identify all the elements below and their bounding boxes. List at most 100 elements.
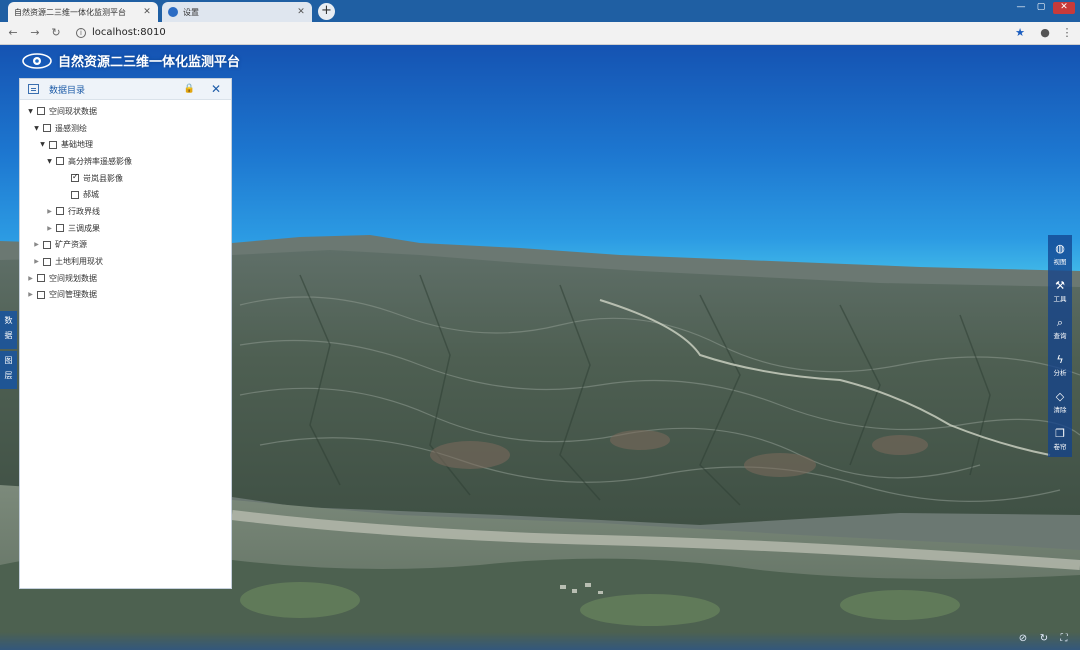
wrench-icon: ⚒ <box>1055 279 1065 292</box>
address-bar: ← → ↻ i localhost:8010 ★ ● ⋮ <box>0 22 1080 45</box>
data-catalog-panel: 数据目录 🔒 ✕ ▼ 空间现状数据 ▼ 遥感测绘 ▼ 基础地理 ▼ 高分辨率遥感… <box>19 78 232 589</box>
tree-node-label: 郝城 <box>83 190 99 200</box>
tool-label: 卷帘 <box>1053 442 1067 451</box>
close-window-button[interactable]: ✕ <box>1053 2 1075 14</box>
tree-node-label: 空间现状数据 <box>49 106 97 116</box>
tree-node[interactable]: ▶ 三调成果 <box>20 220 231 237</box>
checkbox[interactable] <box>43 124 51 133</box>
tool-label: 工具 <box>1053 294 1067 303</box>
side-tab-layers[interactable]: 图层 <box>0 351 17 389</box>
globe-icon: ◍ <box>1055 242 1065 255</box>
tab-title: 设置 <box>183 7 199 17</box>
right-toolbar: ◍ 视图 ⚒ 工具 ⌕ 查询 ϟ 分析 ◇ 清除 ❐ 卷帘 <box>1048 235 1072 457</box>
browser-tab-settings[interactable]: 设置 ✕ <box>162 2 312 22</box>
checkbox-checked[interactable] <box>71 172 79 183</box>
forward-icon[interactable]: → <box>28 26 42 40</box>
tree-node-label: 土地利用现状 <box>55 257 103 267</box>
lock-icon[interactable]: 🔒 <box>184 84 195 94</box>
tool-query-button[interactable]: ⌕ 查询 <box>1048 309 1072 346</box>
checkbox[interactable] <box>43 240 51 249</box>
tool-analysis-button[interactable]: ϟ 分析 <box>1048 346 1072 383</box>
url-field[interactable]: localhost:8010 <box>92 27 166 38</box>
collapsed-caret-icon[interactable]: ▶ <box>45 208 54 215</box>
collapsed-caret-icon[interactable]: ▶ <box>32 258 41 265</box>
tree-node-label: 高分辨率遥感影像 <box>68 156 132 166</box>
rotate-icon[interactable]: ↻ <box>1038 633 1050 645</box>
collapsed-caret-icon[interactable]: ▶ <box>26 275 35 282</box>
checkbox[interactable] <box>71 190 79 199</box>
checkbox[interactable] <box>43 257 51 266</box>
tree-node[interactable]: ▼ 遥感测绘 <box>20 120 231 137</box>
tree-node[interactable]: ▶ 土地利用现状 <box>20 253 231 270</box>
bookmark-star-icon[interactable]: ★ <box>1013 26 1027 40</box>
tool-swipe-button[interactable]: ❐ 卷帘 <box>1048 420 1072 457</box>
layers-icon: ❐ <box>1055 427 1065 440</box>
menu-icon[interactable]: ⋮ <box>1060 26 1074 40</box>
tree-node[interactable]: 郝城 <box>20 186 231 203</box>
tool-label: 清除 <box>1053 405 1067 414</box>
status-bar <box>0 632 1080 650</box>
tree-node[interactable]: ▼ 高分辨率遥感影像 <box>20 153 231 170</box>
tree-node-label: 空间管理数据 <box>49 290 97 300</box>
browser-tab-bar: 自然资源二三维一体化监测平台 ✕ 设置 ✕ + — ▢ ✕ <box>0 0 1080 22</box>
tree-node-label: 基础地理 <box>61 140 93 150</box>
expand-caret-icon[interactable]: ▼ <box>38 141 47 148</box>
tree-node[interactable]: ▶ 行政界线 <box>20 203 231 220</box>
gear-icon <box>168 7 178 17</box>
tree-node-label: 行政界线 <box>68 206 100 216</box>
fullscreen-icon[interactable]: ⛶ <box>1058 633 1070 645</box>
tab-title: 自然资源二三维一体化监测平台 <box>14 7 126 17</box>
search-icon: ⌕ <box>1056 315 1064 329</box>
back-icon[interactable]: ← <box>6 26 20 40</box>
tree-node[interactable]: ▼ 空间现状数据 <box>20 103 231 120</box>
expand-caret-icon[interactable]: ▼ <box>32 125 41 132</box>
tree-node-label: 岢岚县影像 <box>83 173 123 183</box>
logo-eye-icon <box>22 52 52 69</box>
new-tab-button[interactable]: + <box>318 3 335 20</box>
checkbox[interactable] <box>56 157 64 166</box>
tree-node-label: 矿产资源 <box>55 240 87 250</box>
tab-close-icon[interactable]: ✕ <box>296 7 306 17</box>
checkbox[interactable] <box>56 207 64 216</box>
checkbox[interactable] <box>49 140 57 149</box>
collapsed-caret-icon[interactable]: ▶ <box>26 291 35 298</box>
tree-node-label: 空间规划数据 <box>49 273 97 283</box>
tool-label: 查询 <box>1053 331 1067 340</box>
tool-tools-button[interactable]: ⚒ 工具 <box>1048 272 1072 309</box>
expand-caret-icon[interactable]: ▼ <box>45 158 54 165</box>
minimize-button[interactable]: — <box>1012 2 1030 14</box>
close-icon[interactable]: ✕ <box>211 82 221 96</box>
checkbox[interactable] <box>37 290 45 299</box>
expand-caret-icon[interactable]: ▼ <box>26 108 35 115</box>
lightning-icon: ϟ <box>1056 353 1064 366</box>
collapsed-caret-icon[interactable]: ▶ <box>32 241 41 248</box>
app-header: 自然资源二三维一体化监测平台 <box>22 51 240 70</box>
tool-view-button[interactable]: ◍ 视图 <box>1048 235 1072 272</box>
maximize-button[interactable]: ▢ <box>1032 2 1050 14</box>
browser-tab-active[interactable]: 自然资源二三维一体化监测平台 ✕ <box>8 2 158 22</box>
account-icon[interactable]: ● <box>1038 26 1052 40</box>
eraser-icon: ◇ <box>1055 390 1065 403</box>
tree-node[interactable]: ▼ 基础地理 <box>20 136 231 153</box>
checkbox[interactable] <box>37 274 45 283</box>
tool-label: 分析 <box>1053 368 1067 377</box>
checkbox[interactable] <box>37 107 45 116</box>
map-viewport[interactable]: 自然资源二三维一体化监测平台 数据 图层 数据目录 🔒 ✕ ▼ 空间现状数据 ▼… <box>0 45 1080 650</box>
collapsed-caret-icon[interactable]: ▶ <box>45 225 54 232</box>
tree-node[interactable]: ▶ 矿产资源 <box>20 237 231 254</box>
side-tab-data[interactable]: 数据 <box>0 311 17 349</box>
checkbox[interactable] <box>56 224 64 233</box>
info-icon[interactable]: i <box>76 28 86 38</box>
tool-clear-button[interactable]: ◇ 清除 <box>1048 383 1072 420</box>
reload-icon[interactable]: ↻ <box>49 26 63 40</box>
tab-close-icon[interactable]: ✕ <box>142 7 152 17</box>
tree-node-label: 三调成果 <box>68 223 100 233</box>
compass-icon[interactable]: ⊘ <box>1017 633 1029 645</box>
app-title: 自然资源二三维一体化监测平台 <box>58 55 241 70</box>
tree-node[interactable]: 岢岚县影像 <box>20 170 231 187</box>
tree-node[interactable]: ▶ 空间管理数据 <box>20 287 231 304</box>
tree-node-label: 遥感测绘 <box>55 123 87 133</box>
panel-header: 数据目录 🔒 ✕ <box>20 79 231 100</box>
tool-label: 视图 <box>1053 257 1067 266</box>
tree-node[interactable]: ▶ 空间规划数据 <box>20 270 231 287</box>
